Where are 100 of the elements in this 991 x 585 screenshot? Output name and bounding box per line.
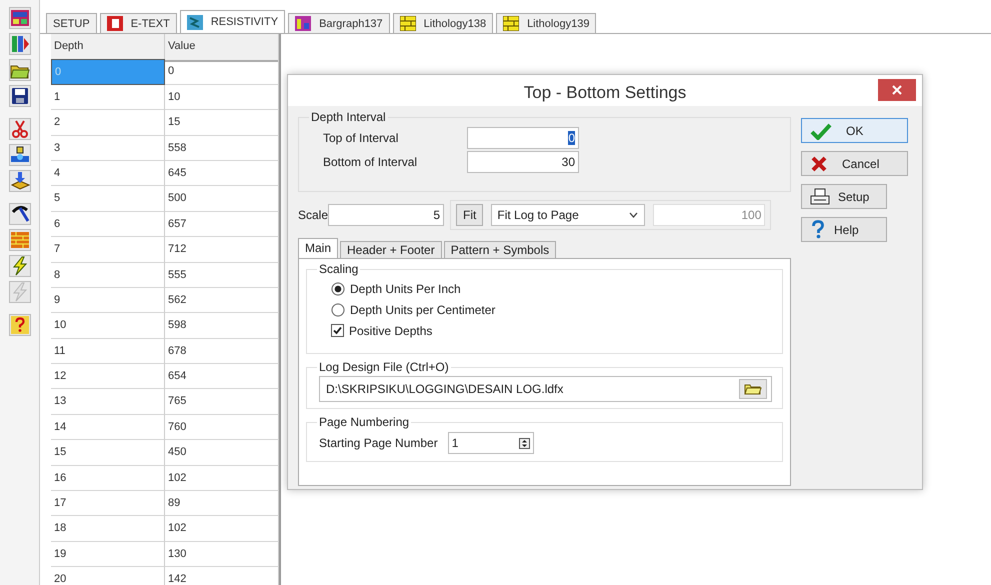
cancel-button[interactable]: Cancel xyxy=(801,151,908,176)
text-icon xyxy=(106,16,123,31)
toolbar-button[interactable] xyxy=(8,170,30,192)
toolbar-button[interactable] xyxy=(8,85,30,107)
table-cell[interactable]: 9 xyxy=(51,288,165,314)
hammer-icon xyxy=(10,204,30,224)
table-cell[interactable]: 7 xyxy=(51,237,165,263)
dropdown[interactable]: Fit Log to Page xyxy=(491,204,646,226)
folder-icon xyxy=(744,383,762,395)
table-cell[interactable]: 657 xyxy=(165,212,279,238)
close-icon xyxy=(892,85,902,95)
table-cell[interactable]: 15 xyxy=(165,110,279,136)
tab[interactable]: Main xyxy=(298,238,338,258)
table-cell[interactable]: 11 xyxy=(51,338,165,364)
input-field[interactable]: 5 xyxy=(328,204,444,226)
field-label: Scale xyxy=(298,208,328,222)
table-cell[interactable]: 17 xyxy=(51,491,165,516)
setup-button[interactable]: Setup xyxy=(801,184,887,209)
field-label: Starting Page Number xyxy=(319,436,438,450)
table-cell[interactable]: 13 xyxy=(51,389,165,415)
table-cell[interactable]: 645 xyxy=(165,160,279,186)
table-cell[interactable]: 654 xyxy=(165,364,279,390)
document-tab[interactable]: RESISTIVITY xyxy=(180,10,286,33)
table-cell[interactable]: 18 xyxy=(51,516,165,542)
group-label: Scaling xyxy=(318,262,360,276)
curve-icon xyxy=(186,14,203,30)
save-icon xyxy=(10,86,30,106)
table-cell[interactable]: 0 xyxy=(165,59,279,85)
option-label[interactable]: Positive Depths xyxy=(349,324,432,338)
dialog-title: Top - Bottom Settings xyxy=(524,82,686,102)
input-field[interactable]: 30 xyxy=(467,151,579,173)
browse-button[interactable] xyxy=(739,379,767,399)
table-cell[interactable]: 19 xyxy=(51,542,165,568)
help-icon xyxy=(810,220,826,239)
checkbox-checked-icon[interactable] xyxy=(331,324,344,337)
layers-icon xyxy=(400,16,416,31)
ok-button[interactable]: OK xyxy=(801,118,908,143)
bricks-icon xyxy=(10,230,30,250)
option-label[interactable]: Depth Units Per Inch xyxy=(350,282,461,296)
table-cell[interactable]: 16 xyxy=(51,466,165,492)
import-icon xyxy=(10,171,30,191)
table-cell[interactable]: 89 xyxy=(165,491,279,516)
printer-icon xyxy=(810,188,830,205)
table-cell[interactable]: 10 xyxy=(165,84,279,110)
toolbar-button[interactable] xyxy=(8,7,30,29)
toolbar-button[interactable] xyxy=(8,203,30,225)
column-header[interactable]: Value xyxy=(165,34,279,62)
document-tab[interactable]: Bargraph137 xyxy=(288,13,390,33)
fit-button[interactable]: Fit xyxy=(456,204,484,226)
field-label: Bottom of Interval xyxy=(323,155,418,169)
bar-chart-icon xyxy=(295,16,312,31)
field-label: Top of Interval xyxy=(323,131,400,145)
table-cell[interactable]: 142 xyxy=(165,567,279,585)
table-cell[interactable]: 102 xyxy=(165,516,279,542)
option-label[interactable]: Depth Units per Centimeter xyxy=(350,302,496,316)
table-cell[interactable]: 5 xyxy=(51,186,165,212)
table-cell[interactable]: 12 xyxy=(51,364,165,390)
table-cell[interactable]: 712 xyxy=(165,237,279,263)
spin-field[interactable]: 1 xyxy=(448,432,534,454)
table-cell[interactable]: 1 xyxy=(51,84,165,110)
close-button[interactable] xyxy=(878,79,916,101)
radio-selected-icon[interactable] xyxy=(331,282,345,296)
table-cell[interactable]: 555 xyxy=(165,262,279,288)
table-cell[interactable]: 14 xyxy=(51,414,165,440)
table-cell[interactable]: 2 xyxy=(51,110,165,136)
table-cell[interactable]: 500 xyxy=(165,186,279,212)
table-cell[interactable]: 765 xyxy=(165,389,279,415)
scissors-icon xyxy=(10,119,30,139)
table-cell[interactable]: 598 xyxy=(165,313,279,339)
toolbar-button[interactable] xyxy=(8,255,30,277)
toolbar-button[interactable] xyxy=(8,144,30,166)
table-cell[interactable]: 3 xyxy=(51,136,165,161)
table-cell[interactable]: 8 xyxy=(51,262,165,288)
table-cell[interactable]: 450 xyxy=(165,440,279,466)
table-cell[interactable]: 10 xyxy=(51,313,165,339)
table-cell[interactable]: 4 xyxy=(51,160,165,186)
table-cell[interactable]: 562 xyxy=(165,288,279,314)
table-cell[interactable]: 130 xyxy=(165,542,279,568)
table-cell[interactable]: 678 xyxy=(165,338,279,364)
input-field[interactable]: 0 xyxy=(467,127,579,149)
document-tab[interactable]: E-TEXT xyxy=(100,13,177,33)
table-cell[interactable]: 102 xyxy=(165,466,279,492)
close-icon xyxy=(810,154,828,172)
tab[interactable]: Pattern + Symbols xyxy=(444,241,556,258)
chevron-down-icon xyxy=(629,212,638,218)
radio-icon[interactable] xyxy=(331,302,345,316)
tab[interactable]: Header + Footer xyxy=(340,241,442,258)
toolbar-button[interactable] xyxy=(8,59,30,81)
document-tab[interactable]: Lithology139 xyxy=(496,13,596,33)
document-tab[interactable]: Lithology138 xyxy=(392,13,494,33)
table-cell[interactable]: 760 xyxy=(165,414,279,440)
table-cell[interactable]: 20 xyxy=(51,567,165,585)
columns-icon xyxy=(10,34,30,54)
group-label: Log Design File (Ctrl+O) xyxy=(318,360,450,374)
table-cell[interactable]: 15 xyxy=(51,440,165,466)
table-cell[interactable]: 6 xyxy=(51,212,165,238)
spinner-icon xyxy=(518,438,530,448)
help-button[interactable]: Help xyxy=(801,217,887,242)
document-tab[interactable]: SETUP xyxy=(46,13,97,33)
table-cell[interactable]: 558 xyxy=(165,136,279,161)
